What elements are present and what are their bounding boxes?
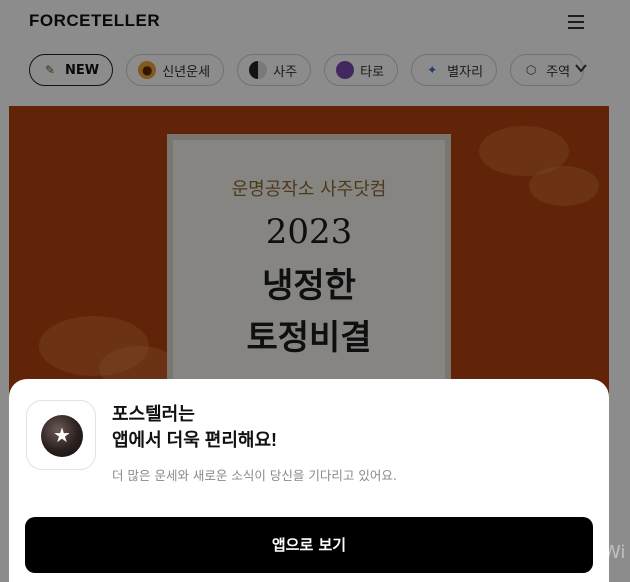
watermark: Wi: [603, 542, 626, 563]
sheet-title: 포스텔러는 앱에서 더욱 편리해요!: [112, 401, 277, 453]
open-in-app-button[interactable]: 앱으로 보기: [25, 517, 593, 573]
star-icon: ★: [53, 423, 71, 447]
sheet-title-line1: 포스텔러는: [112, 404, 195, 424]
app-logo-icon: ★: [26, 400, 96, 470]
sheet-description: 더 많은 운세와 새로운 소식이 당신을 기다리고 있어요.: [112, 468, 397, 483]
app-logo-ball: ★: [41, 415, 83, 457]
app-install-sheet: ★ 포스텔러는 앱에서 더욱 편리해요! 더 많은 운세와 새로운 소식이 당신…: [9, 379, 609, 582]
sheet-title-line2: 앱에서 더욱 편리해요!: [112, 430, 278, 450]
